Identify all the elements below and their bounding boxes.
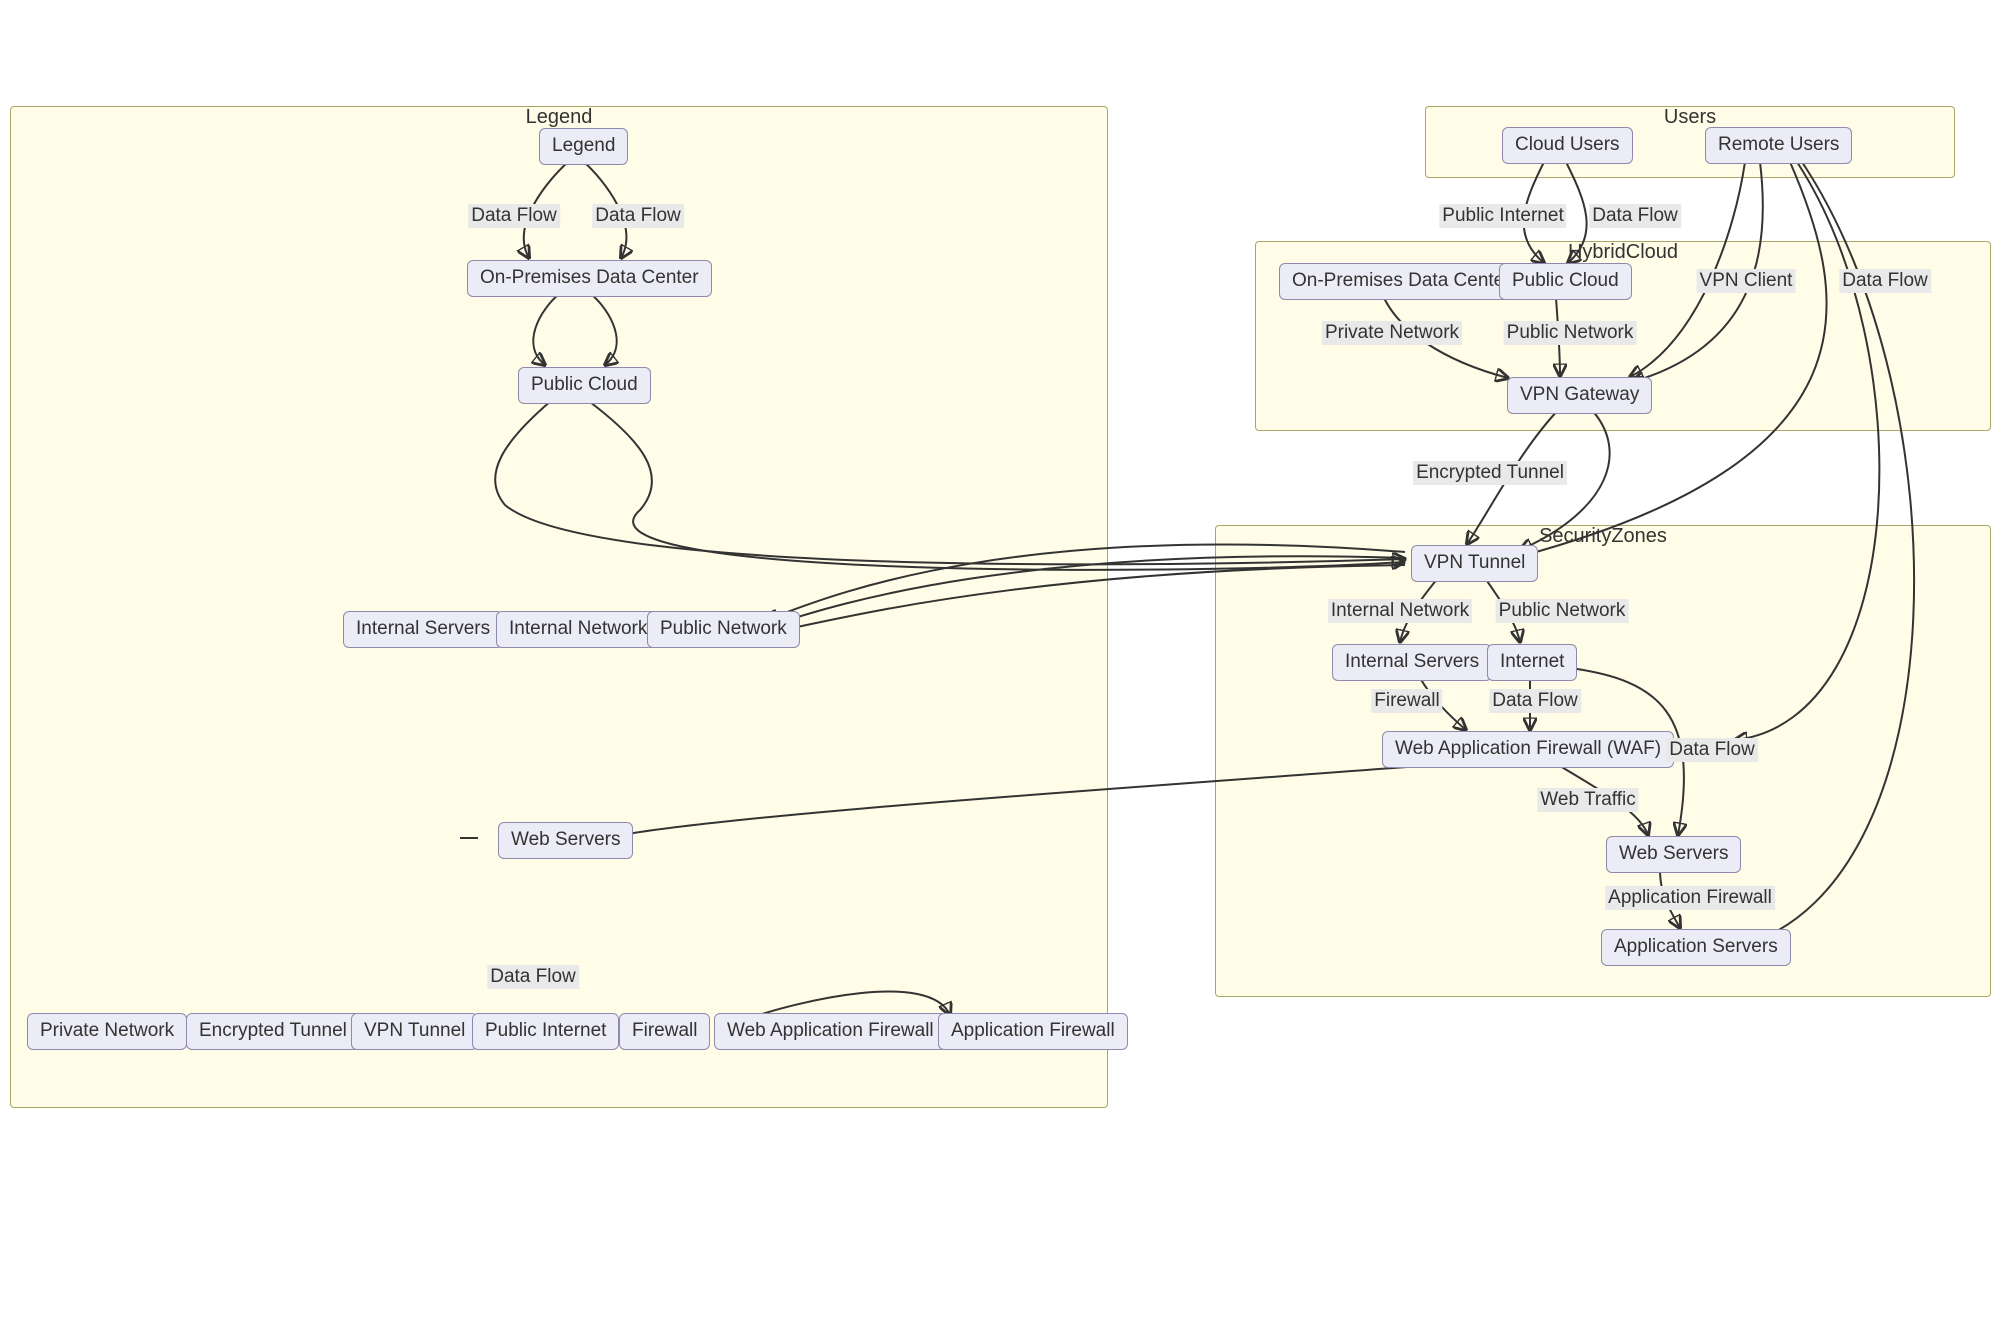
node-legend-intnet: Internal Network (496, 611, 660, 648)
node-legend-pubnet: Public Network (647, 611, 800, 648)
node-sz-internet: Internet (1487, 644, 1577, 681)
subgraph-hybridcloud-title: HybridCloud (1568, 241, 1678, 264)
subgraph-securityzones-title: SecurityZones (1539, 525, 1667, 548)
node-legend-fw: Firewall (619, 1013, 710, 1050)
label-hc-enct: Encrypted Tunnel (1413, 461, 1567, 485)
node-legend-pubint: Public Internet (472, 1013, 619, 1050)
node-legend-vpnt: VPN Tunnel (351, 1013, 478, 1050)
node-users-cloud: Cloud Users (1502, 127, 1633, 164)
node-legend-websrv: Web Servers (498, 822, 633, 859)
node-sz-vpnt: VPN Tunnel (1411, 545, 1538, 582)
node-sz-appsrv: Application Servers (1601, 929, 1791, 966)
node-sz-websrv: Web Servers (1606, 836, 1741, 873)
node-legend-pubcloud: Public Cloud (518, 367, 651, 404)
label-u-df: Data Flow (1589, 204, 1681, 228)
node-sz-waf: Web Application Firewall (WAF) (1382, 731, 1674, 768)
node-legend-intsrv: Internal Servers (343, 611, 503, 648)
node-users-remote: Remote Users (1705, 127, 1852, 164)
label-u-pubint: Public Internet (1439, 204, 1566, 228)
subgraph-users-title: Users (1664, 106, 1716, 129)
subgraph-legend-title: Legend (526, 106, 593, 129)
node-legend-waf: Web Application Firewall (714, 1013, 947, 1050)
node-hc-vpngw: VPN Gateway (1507, 377, 1652, 414)
subgraph-legend: Legend (10, 106, 1108, 1108)
node-legend-privnet: Private Network (27, 1013, 187, 1050)
node-hc-onprem: On-Premises Data Center (1279, 263, 1524, 300)
node-legend-appfw: Application Firewall (938, 1013, 1128, 1050)
node-legend-legend: Legend (539, 128, 628, 165)
node-legend-onprem: On-Premises Data Center (467, 260, 712, 297)
node-sz-intsrv: Internal Servers (1332, 644, 1492, 681)
node-hc-pubcloud: Public Cloud (1499, 263, 1632, 300)
node-legend-enct: Encrypted Tunnel (186, 1013, 360, 1050)
